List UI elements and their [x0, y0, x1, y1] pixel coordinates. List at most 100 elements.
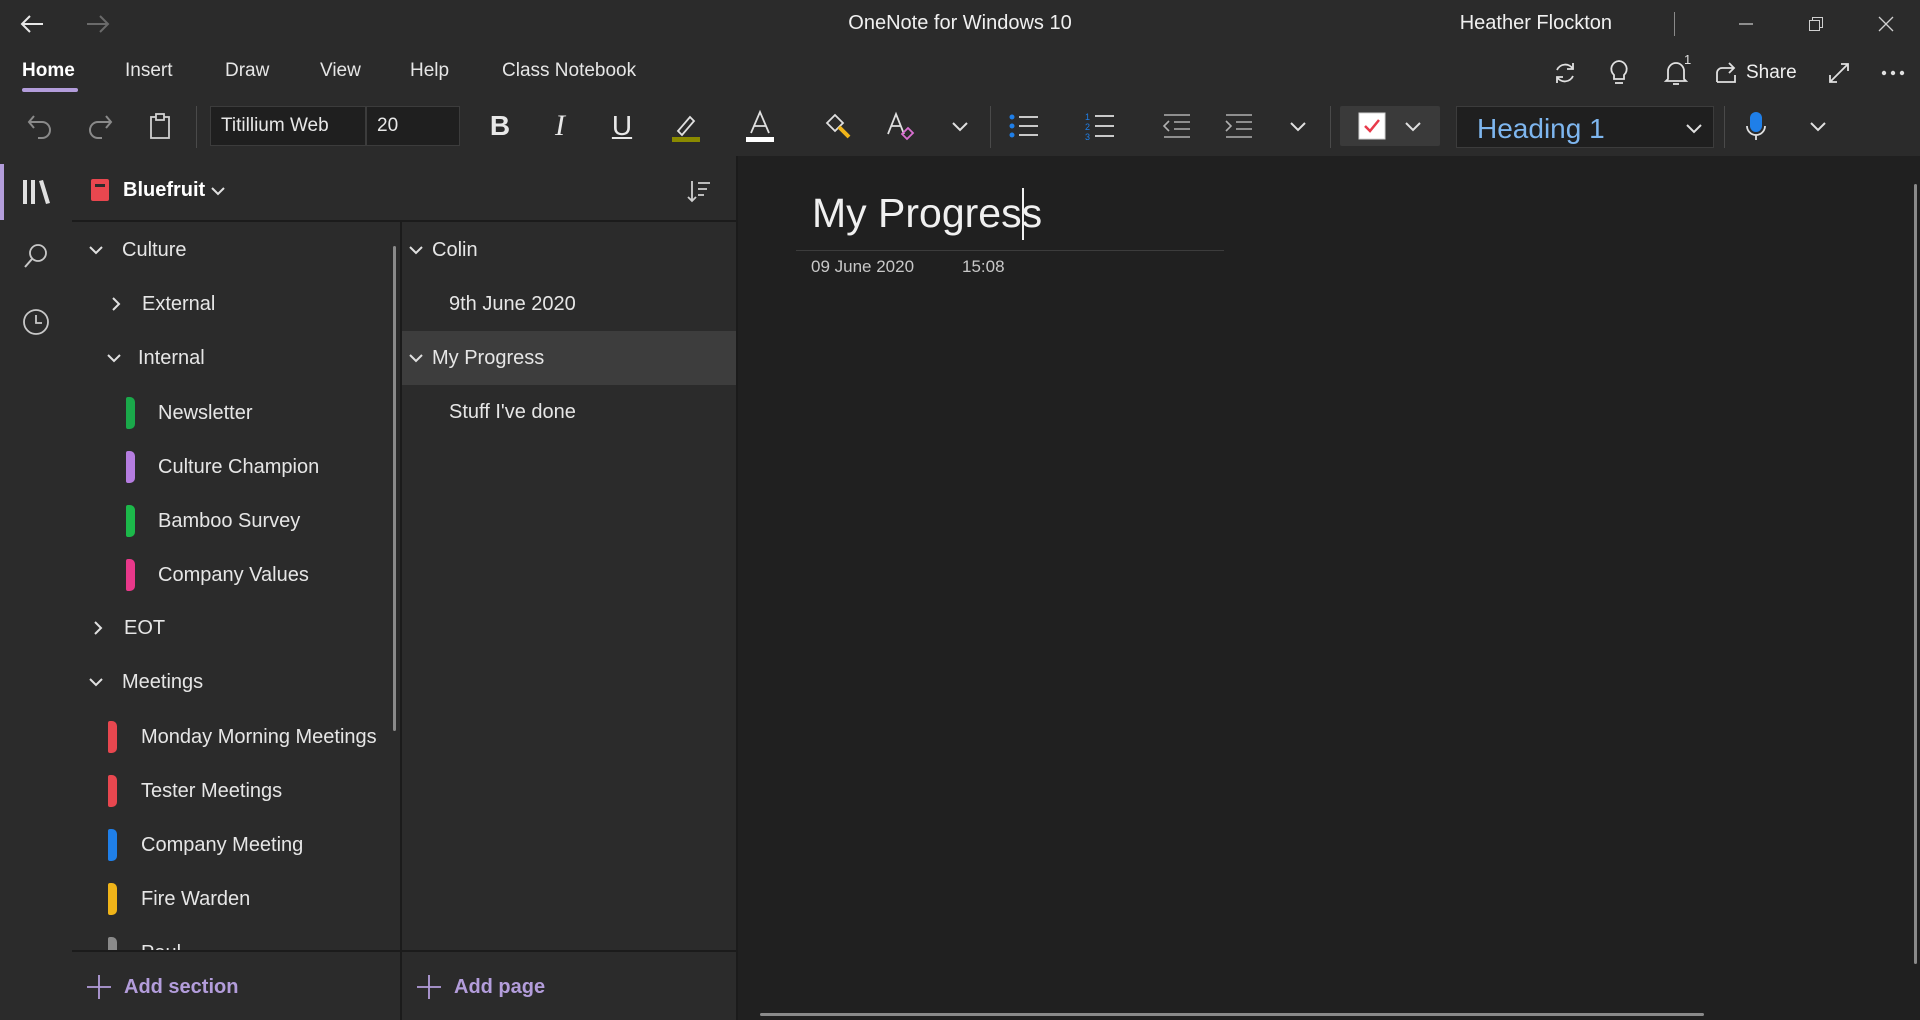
section-group-eot[interactable]: EOT	[92, 601, 165, 655]
text-cursor	[1022, 188, 1024, 240]
page-canvas[interactable]	[736, 156, 1920, 1020]
section-label: Culture	[122, 238, 187, 261]
font-name-input[interactable]: Titillium Web	[210, 106, 366, 146]
clear-formatting-icon	[887, 111, 915, 141]
undo-button[interactable]	[22, 106, 58, 146]
forward-button[interactable]	[70, 0, 126, 48]
tab-help[interactable]: Help	[410, 60, 449, 82]
section-culture-champion[interactable]: Culture Champion	[158, 440, 319, 494]
undo-icon	[27, 115, 51, 139]
tab-view[interactable]: View	[320, 60, 361, 82]
page-stuff-ive-done[interactable]: Stuff I've done	[402, 385, 736, 439]
section-paul[interactable]: Paul	[141, 926, 181, 951]
chevron-down-icon	[107, 354, 121, 363]
section-group-internal[interactable]: Internal	[106, 331, 205, 385]
section-company-values[interactable]: Company Values	[158, 548, 309, 602]
sync-icon	[1556, 63, 1574, 83]
tab-insert[interactable]: Insert	[125, 60, 173, 82]
chevron-down-icon[interactable]	[210, 185, 226, 197]
section-group-culture[interactable]: Culture	[88, 223, 186, 277]
outdent-icon	[1162, 114, 1190, 138]
page-colin[interactable]: Colin	[402, 223, 736, 277]
dictate-options-dropdown[interactable]	[1800, 106, 1836, 146]
more-format-dropdown[interactable]	[942, 106, 978, 146]
sort-icon[interactable]	[686, 179, 712, 203]
share-icon	[1716, 62, 1736, 83]
toolbar-separator	[1724, 106, 1725, 148]
tab-home[interactable]: Home	[22, 60, 75, 82]
section-company-meeting[interactable]: Company Meeting	[141, 818, 303, 872]
page-label: Colin	[432, 238, 478, 261]
section-bamboo-survey[interactable]: Bamboo Survey	[158, 494, 300, 548]
section-list-clip: Paul	[72, 922, 400, 950]
clear-formatting-button[interactable]	[880, 106, 920, 146]
chevron-down-icon	[89, 246, 103, 255]
increase-indent-button[interactable]	[1218, 106, 1258, 146]
underline-button[interactable]: U	[604, 106, 640, 146]
italic-icon: I	[555, 109, 565, 142]
page-my-progress[interactable]: My Progress	[402, 331, 736, 385]
restore-icon	[1809, 17, 1823, 31]
page-9th-june-2020[interactable]: 9th June 2020	[402, 277, 736, 331]
sections-scrollbar[interactable]	[393, 246, 396, 731]
notebooks-button[interactable]	[0, 160, 72, 224]
format-painter-button[interactable]	[818, 106, 858, 146]
section-monday-morning-meetings[interactable]: Monday Morning Meetings	[141, 710, 377, 764]
pane-bottom-divider	[72, 950, 736, 952]
highlighter-icon	[672, 115, 700, 142]
section-newsletter[interactable]: Newsletter	[158, 386, 252, 440]
fullscreen-button[interactable]	[1822, 58, 1856, 88]
font-size-input[interactable]: 20	[366, 106, 460, 146]
recent-notes-button[interactable]	[0, 290, 72, 354]
toolbar-separator	[196, 106, 197, 148]
paste-button[interactable]	[142, 106, 178, 146]
dictate-button[interactable]	[1736, 106, 1776, 146]
section-color-tab	[108, 721, 117, 753]
notebook-name[interactable]: Bluefruit	[123, 179, 205, 202]
font-color-icon	[746, 109, 774, 142]
todo-tag-button[interactable]	[1340, 106, 1440, 146]
section-color-tab	[126, 397, 135, 429]
decrease-indent-button[interactable]	[1156, 106, 1196, 146]
share-button[interactable]: Share	[1714, 58, 1798, 88]
section-tester-meetings[interactable]: Tester Meetings	[141, 764, 282, 818]
sync-button[interactable]	[1548, 58, 1582, 88]
bullets-button[interactable]	[1004, 106, 1044, 146]
tell-me-button[interactable]	[1602, 58, 1636, 88]
italic-button[interactable]: I	[542, 106, 578, 146]
section-group-external[interactable]: External	[110, 277, 215, 331]
lightbulb-icon	[1610, 60, 1628, 84]
bold-button[interactable]: B	[482, 106, 518, 146]
close-button[interactable]	[1858, 0, 1914, 48]
style-dropdown[interactable]: Heading 1	[1456, 106, 1714, 148]
more-options-button[interactable]	[1876, 58, 1910, 88]
user-name[interactable]: Heather Flockton	[1460, 12, 1612, 35]
minimize-icon	[1739, 23, 1753, 25]
search-button[interactable]	[0, 224, 72, 288]
svg-text:3: 3	[1085, 132, 1090, 141]
tab-class-notebook[interactable]: Class Notebook	[502, 60, 636, 82]
canvas-horizontal-scrollbar[interactable]	[760, 1013, 1704, 1016]
section-group-meetings[interactable]: Meetings	[88, 655, 203, 709]
restore-button[interactable]	[1788, 0, 1844, 48]
add-section-button[interactable]: Add section	[86, 954, 238, 1020]
page-label: My Progress	[432, 346, 545, 369]
clock-icon	[23, 309, 49, 335]
section-fire-warden[interactable]: Fire Warden	[141, 872, 250, 926]
notebook-icon	[91, 179, 109, 201]
font-color-button[interactable]	[742, 106, 778, 146]
add-page-button[interactable]: Add page	[416, 954, 545, 1020]
notifications-button[interactable]: 1	[1656, 52, 1696, 88]
redo-button[interactable]	[82, 106, 118, 146]
tab-draw[interactable]: Draw	[225, 60, 269, 82]
canvas-vertical-scrollbar[interactable]	[1914, 184, 1917, 964]
section-color-tab	[108, 775, 117, 807]
minimize-button[interactable]	[1718, 0, 1774, 48]
chevron-down-icon	[1810, 122, 1826, 132]
highlight-button[interactable]	[666, 106, 706, 146]
section-color-tab	[126, 451, 135, 483]
back-button[interactable]	[4, 0, 60, 48]
page-title[interactable]: My Progress	[812, 190, 1042, 237]
numbering-button[interactable]: 123	[1080, 106, 1120, 146]
more-paragraph-dropdown[interactable]	[1280, 106, 1316, 146]
